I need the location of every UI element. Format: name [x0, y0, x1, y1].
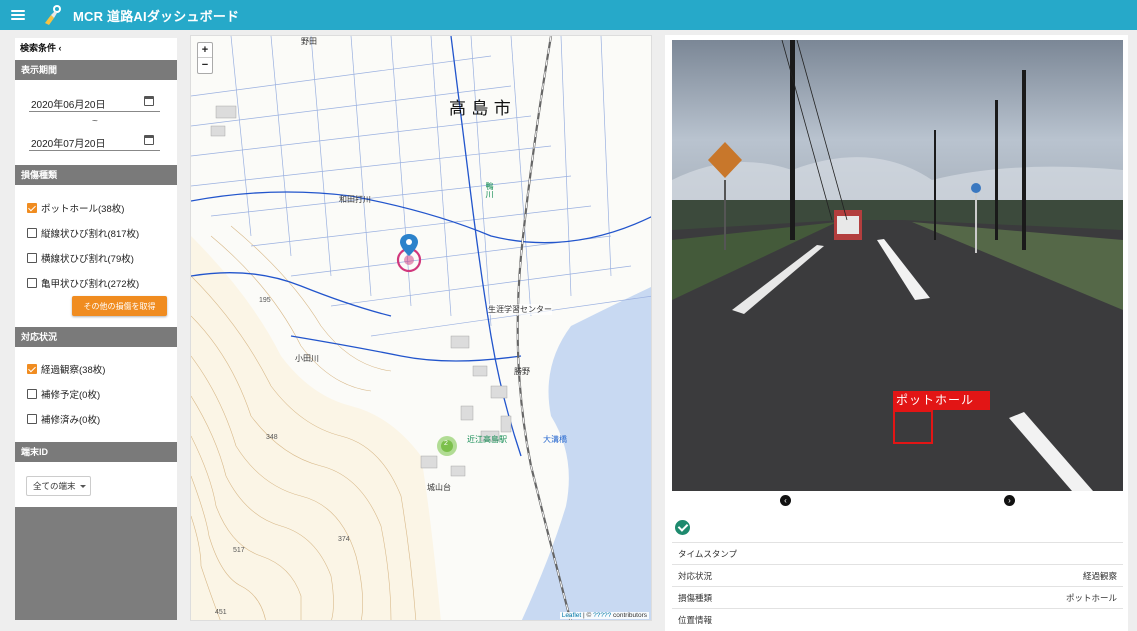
checkbox-checked-icon[interactable] [27, 203, 37, 213]
date-range-separator: ~ [92, 116, 98, 127]
map-elevation-label: 517 [233, 547, 245, 554]
checkbox-pothole[interactable]: ポットホール(38枚) [27, 201, 124, 215]
map-elevation-label: 451 [215, 609, 227, 616]
source-link[interactable]: ????? [593, 612, 611, 619]
checkbox-label: 補修予定(0枚) [41, 390, 101, 401]
checkbox-transverse-crack[interactable]: 横線状ひび割れ(79枚) [27, 251, 134, 265]
map-label-area: 勝野 [514, 367, 530, 376]
info-label: 位置情報 [678, 614, 713, 625]
info-row-damage-type: 損傷種類 ポットホール [672, 586, 1123, 608]
section-device-id: 端末ID [15, 442, 177, 462]
map-label-bridge: 大溝橋 [543, 435, 567, 444]
map-elevation-label: 348 [266, 434, 278, 441]
app-logo-icon [45, 5, 61, 25]
map-view[interactable]: 高 島 市 生涯学習センター 近江高島駅 大溝橋 城山台 鴨川 野田 和田打川 … [190, 35, 652, 621]
end-date-field[interactable]: 2020年07月20日 [29, 133, 160, 151]
attribution-separator: | © [581, 612, 594, 619]
info-label: タイムスタンプ [678, 548, 738, 559]
device-id-selected-value: 全ての端末 [33, 481, 76, 491]
attribution-contributors: contributors [611, 612, 647, 619]
sidebar-empty-area [15, 507, 177, 620]
detection-label: ポットホール [893, 391, 990, 410]
info-label: 対応状況 [678, 570, 713, 581]
map-label-learning-center: 生涯学習センター [488, 304, 552, 315]
status-check-icon [675, 520, 690, 535]
map-attribution: Leaflet | © ????? contributors [559, 612, 649, 619]
map-cluster-count[interactable]: 2 [444, 440, 448, 447]
info-row-timestamp: タイムスタンプ [672, 542, 1123, 564]
checkbox-label: 経過観察(38枚) [41, 365, 106, 376]
search-conditions-toggle[interactable]: 検索条件 ‹ [20, 41, 62, 54]
calendar-icon[interactable] [144, 96, 154, 106]
map-label-city: 高 島 市 [449, 99, 511, 119]
checkbox-unchecked-icon[interactable] [27, 278, 37, 288]
leaflet-link[interactable]: Leaflet [562, 612, 582, 619]
section-damage-types: 損傷種類 [15, 165, 177, 185]
map-zoom-control: + − [197, 42, 213, 74]
chevron-down-icon [80, 485, 86, 488]
section-response-status: 対応状況 [15, 327, 177, 347]
section-display-period: 表示期間 [15, 60, 177, 80]
fetch-other-damage-button[interactable]: その他の損傷を取得 [72, 296, 167, 316]
calendar-icon[interactable] [144, 135, 154, 145]
map-label-area: 和田打川 [339, 195, 371, 204]
next-image-icon[interactable]: › [1004, 495, 1015, 506]
topographic-map-tiles [191, 36, 651, 620]
map-label-river: 鴨川 [485, 182, 494, 198]
checkbox-label: 亀甲状ひび割れ(272枚) [41, 279, 140, 290]
checkbox-longitudinal-crack[interactable]: 縦線状ひび割れ(817枚) [27, 226, 139, 240]
info-value: 経過観察 [1082, 570, 1117, 581]
checkbox-checked-icon[interactable] [27, 364, 37, 374]
checkbox-alligator-crack[interactable]: 亀甲状ひび割れ(272枚) [27, 276, 139, 290]
checkbox-unchecked-icon[interactable] [27, 228, 37, 238]
zoom-out-button[interactable]: − [198, 58, 212, 73]
start-date-value: 2020年06月20日 [31, 100, 106, 111]
checkbox-label: 縦線状ひび割れ(817枚) [41, 229, 140, 240]
prev-image-icon[interactable]: ‹ [780, 495, 791, 506]
end-date-value: 2020年07月20日 [31, 139, 106, 150]
detection-bounding-box [893, 410, 933, 444]
checkbox-label: ポットホール(38枚) [41, 204, 125, 215]
checkbox-unchecked-icon[interactable] [27, 389, 37, 399]
start-date-field[interactable]: 2020年06月20日 [29, 94, 160, 112]
info-row-location: 位置情報 [672, 608, 1123, 630]
checkbox-label: 補修済み(0枚) [41, 415, 101, 426]
checkbox-label: 横線状ひび割れ(79枚) [41, 254, 134, 265]
map-label-area: 野田 [301, 37, 317, 46]
hamburger-menu-icon[interactable] [11, 10, 25, 20]
checkbox-under-observation[interactable]: 経過観察(38枚) [27, 362, 105, 376]
info-value: ポットホール [1065, 592, 1117, 603]
map-elevation-label: 195 [259, 297, 271, 304]
checkbox-repair-scheduled[interactable]: 補修予定(0枚) [27, 387, 100, 401]
checkbox-repaired[interactable]: 補修済み(0枚) [27, 412, 100, 426]
info-label: 損傷種類 [678, 592, 713, 603]
device-id-select[interactable]: 全ての端末 [26, 476, 91, 496]
checkbox-unchecked-icon[interactable] [27, 253, 37, 263]
app-title: MCR 道路AIダッシュボード [73, 8, 240, 24]
map-label-area: 小田川 [295, 354, 319, 363]
map-label-station: 近江高島駅 [467, 435, 507, 444]
map-label-castle: 城山台 [427, 483, 451, 492]
zoom-in-button[interactable]: + [198, 43, 212, 58]
info-row-status: 対応状況 経過観察 [672, 564, 1123, 586]
map-elevation-label: 374 [338, 536, 350, 543]
checkbox-unchecked-icon[interactable] [27, 414, 37, 424]
app-header: MCR 道路AIダッシュボード [0, 0, 1137, 30]
